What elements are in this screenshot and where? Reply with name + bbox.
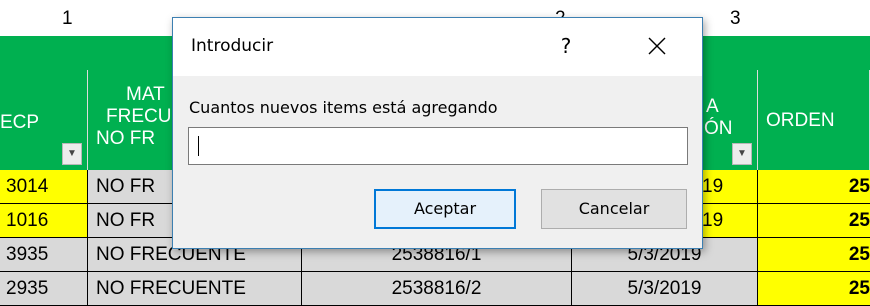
table-cell[interactable]: 3935 [0,238,88,272]
table-cell[interactable]: NO FRECUENTE [88,272,302,306]
header-label: A [706,96,719,117]
header-label: NO FR [96,128,156,149]
input-dialog: Introducir ? Cuantos nuevos items está a… [172,17,703,249]
table-cell[interactable]: 2935 [0,272,88,306]
filter-dropdown-icon[interactable]: ▼ [62,143,82,165]
dialog-titlebar[interactable]: Introducir ? [173,18,702,76]
table-cell[interactable]: 25 [758,272,870,306]
dialog-title: Introducir [191,36,274,56]
table-cell[interactable]: 5/3/2019 [572,272,758,306]
text-caret [198,136,199,156]
help-button[interactable]: ? [551,28,581,64]
column-number: 3 [730,8,741,29]
header-label: MAT [126,84,165,105]
table-cell[interactable]: 25 [758,204,870,238]
column-header-ecp[interactable]: ECP ▼ [0,70,88,170]
close-icon [648,37,666,55]
column-header-orden[interactable]: ORDEN [758,70,870,170]
table-cell[interactable]: 25 [758,170,870,204]
cancel-button[interactable]: Cancelar [541,189,687,229]
table-cell[interactable]: 2538816/2 [302,272,572,306]
filter-dropdown-icon[interactable]: ▼ [732,143,752,165]
value-input[interactable] [188,127,688,165]
table-cell[interactable]: 25 [758,238,870,272]
table-cell[interactable]: 3014 [0,170,88,204]
table-row: 2935 NO FRECUENTE 2538816/2 5/3/2019 25 [0,272,870,306]
header-label: ECP [0,112,40,133]
close-button[interactable] [639,28,675,64]
table-cell[interactable]: 1016 [0,204,88,238]
column-number: 1 [62,8,73,29]
accept-button[interactable]: Aceptar [374,189,516,229]
header-label: ÓN [704,118,733,139]
header-label: ORDEN [766,110,835,131]
header-label: FRECU [106,106,172,127]
dialog-prompt: Cuantos nuevos items está agregando [189,98,498,117]
